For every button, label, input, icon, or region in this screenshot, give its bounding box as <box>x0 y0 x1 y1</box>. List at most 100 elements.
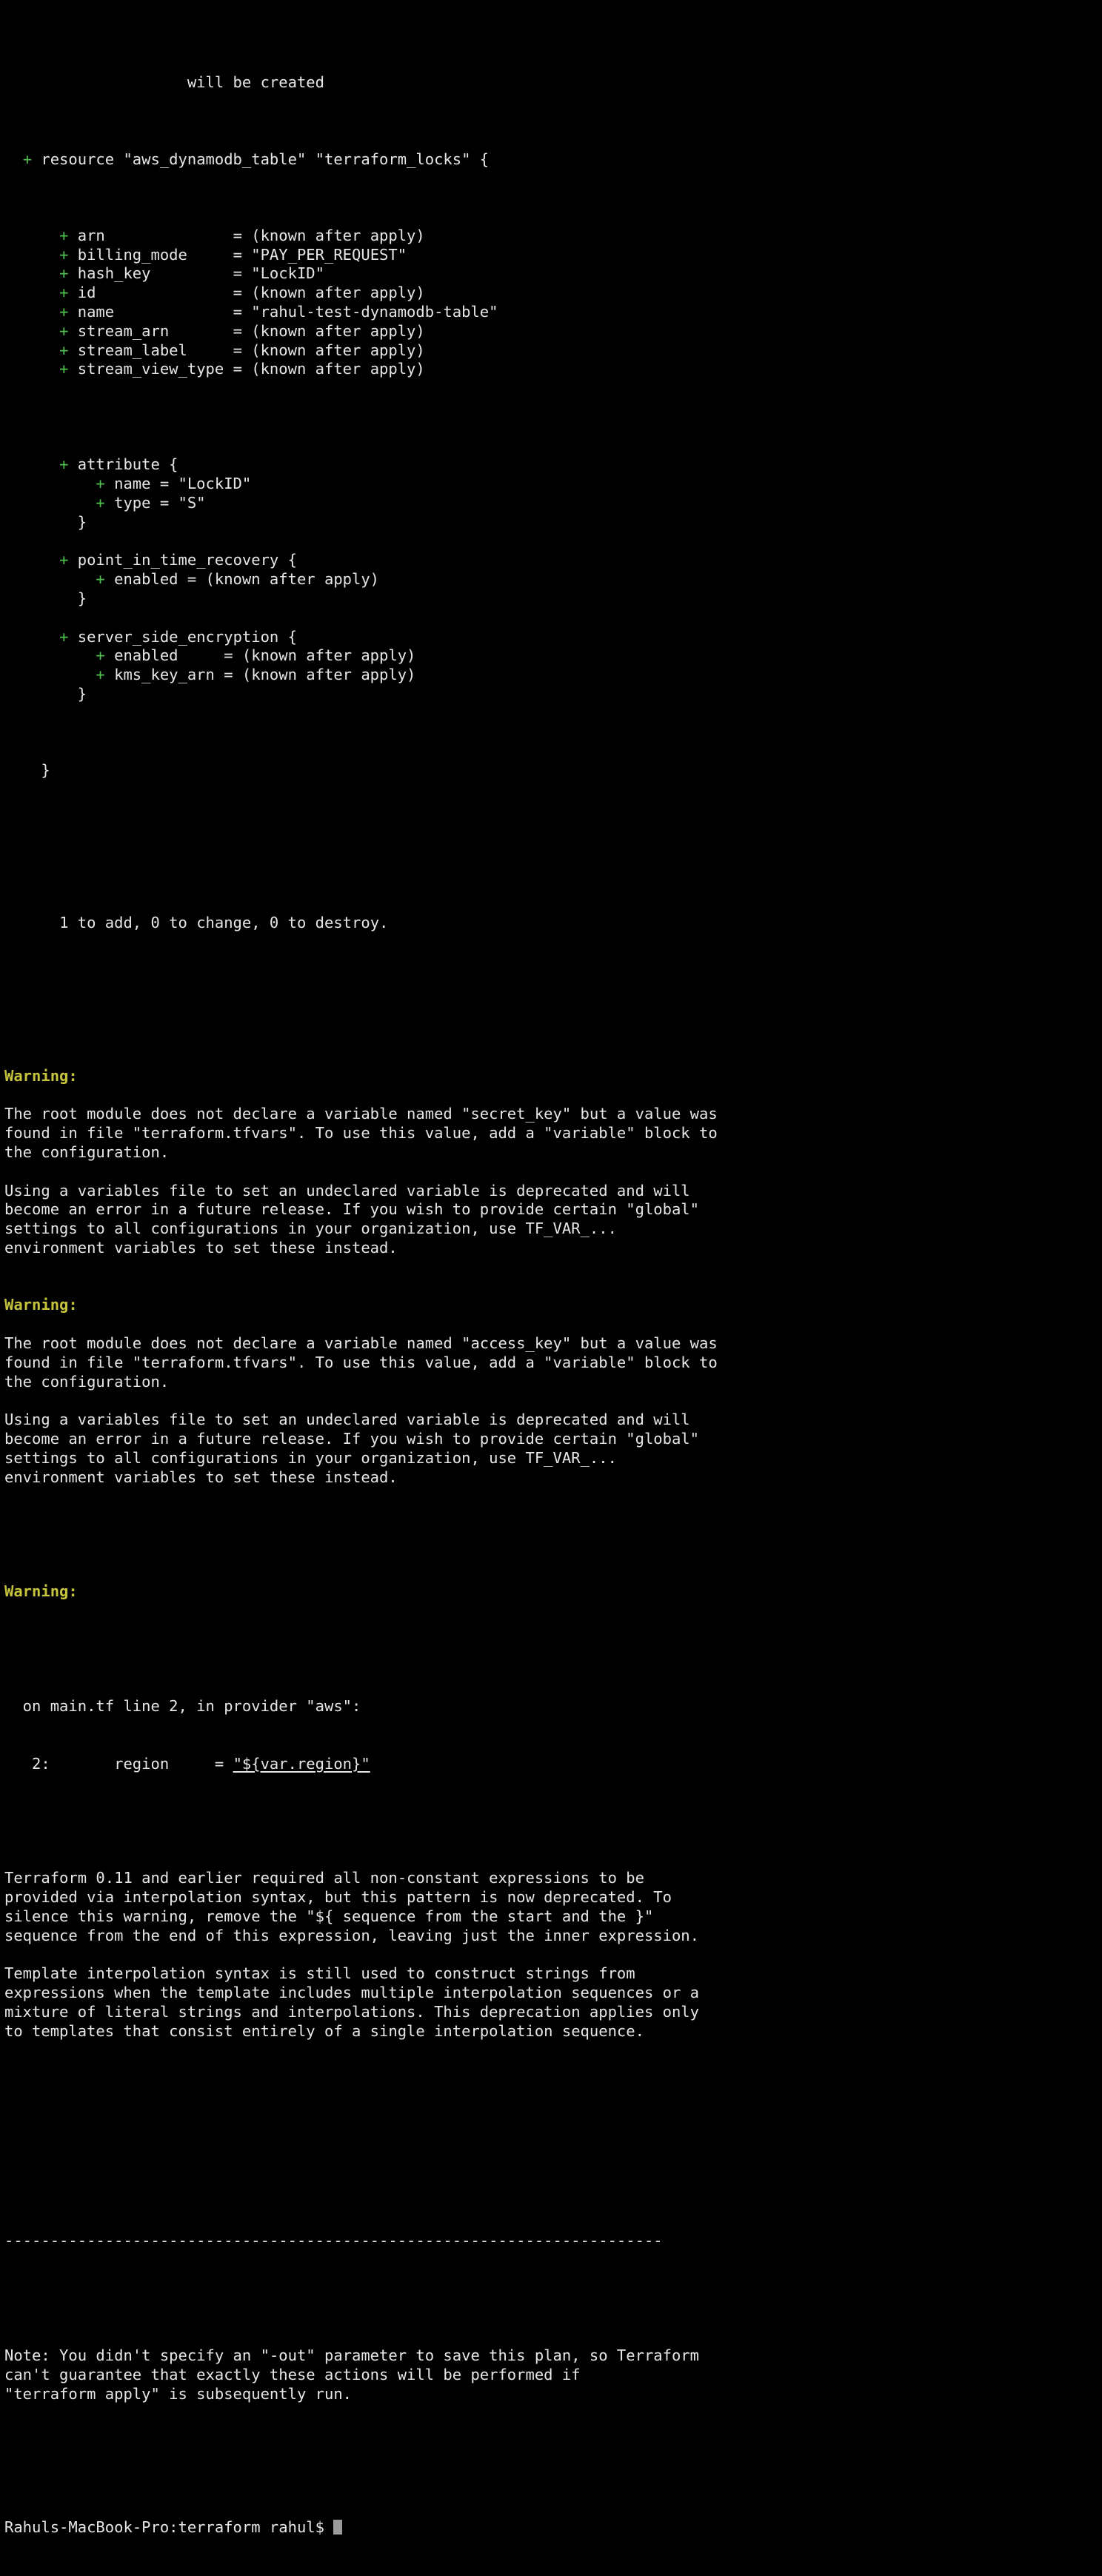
warning-text-line-text: expressions when the template includes m… <box>4 1984 699 2002</box>
warning-text-line-text: found in file "terraform.tfvars". To use… <box>4 1353 718 1371</box>
warning-text-line: Template interpolation syntax is still u… <box>4 1964 1102 1984</box>
warning-text-line: Terraform 0.11 and earlier required all … <box>4 1869 1102 1888</box>
warning-text-line-text: The root module does not declare a varia… <box>4 1105 718 1123</box>
nested-block-open: + attribute { <box>4 455 1102 475</box>
resource-nested-blocks: + attribute { + name = "LockID" + type =… <box>4 437 1102 704</box>
plus-marker: + <box>59 341 69 359</box>
warning-label-3: Warning: <box>4 1582 78 1601</box>
plus-marker: + <box>96 570 105 589</box>
warning-text-line: mixture of literal strings and interpola… <box>4 2003 1102 2022</box>
attribute-line-text: stream_label = (known after apply) <box>68 341 425 359</box>
warning-text-line-text: silence this warning, remove the "${ seq… <box>4 1907 654 1925</box>
warning-text-line-text: found in file "terraform.tfvars". To use… <box>4 1124 718 1143</box>
nested-block-open: + point_in_time_recovery { <box>4 551 1102 570</box>
warning-text-line: become an error in a future release. If … <box>4 1430 1102 1449</box>
plus-marker: + <box>96 493 105 512</box>
warning-text-line: the configuration. <box>4 1373 1102 1392</box>
warning-text-line: expressions when the template includes m… <box>4 1984 1102 2003</box>
attribute-line-text: id = (known after apply) <box>68 284 425 302</box>
warning-text-line-text: Terraform 0.11 and earlier required all … <box>4 1869 644 1887</box>
warning-text-line: Using a variables file to set an undecla… <box>4 1182 1102 1201</box>
note-line-text: can't guarantee that exactly these actio… <box>4 2366 581 2384</box>
attribute-line-text: name = "rahul-test-dynamodb-table" <box>68 302 498 321</box>
warning-text-line-text: sequence from the end of this expression… <box>4 1926 699 1944</box>
warning-text-line: become an error in a future release. If … <box>4 1200 1102 1220</box>
warning-text-line: settings to all configurations in your o… <box>4 1449 1102 1468</box>
attribute-line-text: billing_mode = "PAY_PER_REQUEST" <box>68 245 407 264</box>
warning-text-line: Using a variables file to set an undecla… <box>4 1411 1102 1430</box>
warning-text-line-text: settings to all configurations in your o… <box>4 1220 617 1238</box>
nested-block-open-text: server_side_encryption { <box>68 627 297 646</box>
plus-marker: + <box>59 455 69 474</box>
warning-text-line: found in file "terraform.tfvars". To use… <box>4 1354 1102 1373</box>
warning-text-line: silence this warning, remove the "${ seq… <box>4 1907 1102 1927</box>
plus-marker: + <box>59 284 69 302</box>
warning-text-line: The root module does not declare a varia… <box>4 1334 1102 1354</box>
nested-block-attribute-text: kms_key_arn = (known after apply) <box>104 666 416 684</box>
warning-3-paragraphs: Terraform 0.11 and earlier required all … <box>4 1869 1102 2041</box>
attribute-line-text: stream_view_type = (known after apply) <box>68 360 425 378</box>
plan-header-line: will be created <box>4 73 324 92</box>
plus-marker: + <box>96 475 105 493</box>
warning-code-prefix: 2: region = <box>4 1754 233 1773</box>
warning-text-line-text: the configuration. <box>4 1372 170 1391</box>
nested-block-attribute: + enabled = (known after apply) <box>4 570 1102 589</box>
nested-block-close-text: } <box>77 684 87 703</box>
nested-block-attribute: + name = "LockID" <box>4 475 1102 494</box>
plan-summary-line: 1 to add, 0 to change, 0 to destroy. <box>59 914 389 932</box>
nested-block-attribute-text: type = "S" <box>104 493 206 512</box>
nested-block-attribute: + type = "S" <box>4 494 1102 513</box>
warning-text-line-text: mixture of literal strings and interpola… <box>4 2002 699 2021</box>
attribute-line: + stream_arn = (known after apply) <box>4 322 1102 341</box>
nested-block-open-text: attribute { <box>68 455 178 474</box>
plus-marker: + <box>96 646 105 665</box>
nested-block-close: } <box>4 513 1102 532</box>
warning-text-line: found in file "terraform.tfvars". To use… <box>4 1124 1102 1143</box>
note-line-text: "terraform apply" is subsequently run. <box>4 2384 352 2403</box>
attribute-line: + stream_label = (known after apply) <box>4 341 1102 361</box>
warning-text-line-text: Using a variables file to set an undecla… <box>4 1181 690 1200</box>
terminal-window[interactable]: will be created + resource "aws_dynamodb… <box>0 0 1102 2536</box>
nested-block-open-text: point_in_time_recovery { <box>68 551 297 569</box>
nested-block-open: + server_side_encryption { <box>4 628 1102 647</box>
shell-prompt-line[interactable]: Rahuls-MacBook-Pro:terraform rahul$ <box>4 2518 1102 2537</box>
shell-prompt-text: Rahuls-MacBook-Pro:terraform rahul$ <box>4 2518 334 2537</box>
resource-close-brace: } <box>41 761 50 780</box>
plus-marker: + <box>59 264 69 283</box>
warning-code-highlight: "${var.region}" <box>233 1754 370 1773</box>
plus-marker: + <box>22 150 33 168</box>
plus-marker: + <box>59 321 69 340</box>
text-cursor <box>333 2520 343 2535</box>
warning-text-line: provided via interpolation syntax, but t… <box>4 1888 1102 1907</box>
plus-marker: + <box>59 551 69 569</box>
nested-block-close: } <box>4 589 1102 609</box>
attribute-line: + arn = (known after apply) <box>4 227 1102 246</box>
plus-marker: + <box>59 245 69 264</box>
nested-block-attribute: + kms_key_arn = (known after apply) <box>4 666 1102 685</box>
